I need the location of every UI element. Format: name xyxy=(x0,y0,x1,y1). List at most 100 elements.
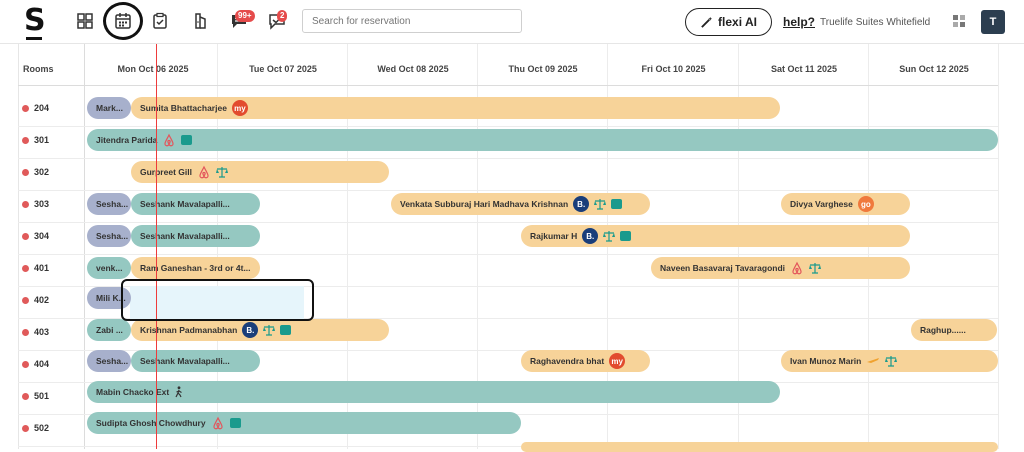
booking-bar[interactable]: Naveen Basavaraj Tavaragondi xyxy=(651,257,910,279)
room-label-403[interactable]: 403 xyxy=(22,325,49,339)
booking-bar[interactable]: Ivan Munoz Marin xyxy=(781,350,998,372)
room-number: 501 xyxy=(34,391,50,401)
date-header-row: Rooms Mon Oct 06 2025 Tue Oct 07 2025 We… xyxy=(18,52,998,86)
room-label-204[interactable]: 204 xyxy=(22,101,49,115)
booking-bar-partial[interactable] xyxy=(521,442,998,452)
room-label-502[interactable]: 502 xyxy=(22,421,49,435)
scale-icon xyxy=(263,324,276,336)
dashboard-icon[interactable] xyxy=(72,8,98,34)
guest-name: Naveen Basavaraj Tavaragondi xyxy=(660,263,786,273)
top-bar: S 99+ 2 flexi AI help? Truelife Suites W… xyxy=(0,0,1024,44)
scale-icon xyxy=(885,355,898,367)
room-label-401[interactable]: 401 xyxy=(22,261,49,275)
scale-icon xyxy=(603,230,616,242)
guest-name: Gurpreet Gill xyxy=(140,167,192,177)
status-dot xyxy=(22,168,29,176)
flexi-ai-button[interactable]: flexi AI xyxy=(685,8,772,36)
status-dot xyxy=(22,104,29,112)
booking-bar[interactable]: Ram Ganeshan - 3rd or 4t... xyxy=(131,257,260,279)
rooms-column-header: Rooms xyxy=(23,64,54,74)
booking-bar[interactable]: Mark... xyxy=(87,97,131,119)
guest-name: Mabin Chacko Ext xyxy=(96,387,170,397)
user-avatar[interactable]: T xyxy=(981,10,1005,34)
room-label-304[interactable]: 304 xyxy=(22,229,49,243)
guest-name: Sesha... xyxy=(96,356,129,366)
room-label-303[interactable]: 303 xyxy=(22,197,49,211)
housekeeping-icon[interactable] xyxy=(187,8,213,34)
app-logo[interactable]: S xyxy=(24,6,46,36)
booking-bar[interactable]: Rajkumar H B. xyxy=(521,225,910,247)
app-grid-icon[interactable] xyxy=(952,14,966,33)
guest-name: Raghavendra bhat xyxy=(530,356,605,366)
airbnb-icon xyxy=(211,416,225,430)
booking-bar[interactable]: Mabin Chacko Ext xyxy=(87,381,780,403)
status-dot xyxy=(22,328,29,336)
booking-bar[interactable]: Sudipta Ghosh Chowdhury xyxy=(87,412,521,434)
booking-bar[interactable]: Sumita Bhattacharjee my xyxy=(131,97,780,119)
room-label-402[interactable]: 402 xyxy=(22,293,49,307)
room-label-404[interactable]: 404 xyxy=(22,357,49,371)
guest-name: Rajkumar H xyxy=(530,231,578,241)
room-number: 402 xyxy=(34,295,50,305)
walk-in-icon xyxy=(174,386,184,398)
room-label-301[interactable]: 301 xyxy=(22,133,49,147)
message-icon xyxy=(280,325,292,335)
day-header-mon[interactable]: Mon Oct 06 2025 xyxy=(88,64,218,74)
day-header-fri[interactable]: Fri Oct 10 2025 xyxy=(608,64,739,74)
airbnb-icon xyxy=(162,133,176,147)
booking-bar[interactable]: Raghup...... xyxy=(911,319,997,341)
guest-name: Divya Varghese xyxy=(790,199,853,209)
guest-name: Sesha... xyxy=(96,231,129,241)
airbnb-icon xyxy=(197,165,211,179)
status-dot xyxy=(22,296,29,304)
room-label-501[interactable]: 501 xyxy=(22,389,49,403)
day-header-wed[interactable]: Wed Oct 08 2025 xyxy=(348,64,478,74)
day-header-thu[interactable]: Thu Oct 09 2025 xyxy=(478,64,608,74)
day-header-sun[interactable]: Sun Oct 12 2025 xyxy=(869,64,999,74)
booking-bar[interactable]: Sesha... xyxy=(87,225,131,247)
help-link[interactable]: help? xyxy=(783,15,815,29)
guest-name: Mark... xyxy=(96,103,123,113)
booking-bar[interactable]: Raghavendra bhat my xyxy=(521,350,650,372)
booking-com-icon: B. xyxy=(242,322,259,338)
message-icon xyxy=(620,231,632,241)
status-dot xyxy=(22,264,29,272)
guest-name: Ivan Munoz Marin xyxy=(790,356,862,366)
message-icon xyxy=(229,418,241,428)
message-icon xyxy=(611,199,623,209)
booking-bar[interactable]: Sesha... xyxy=(87,193,131,215)
booking-bar[interactable]: Jitendra Parida xyxy=(87,129,998,151)
day-header-tue[interactable]: Tue Oct 07 2025 xyxy=(218,64,348,74)
booking-bar[interactable]: Divya Varghese go xyxy=(781,193,910,215)
booking-bar[interactable]: Seshank Mavalapalli... xyxy=(131,225,260,247)
clipboard-check-icon[interactable] xyxy=(147,8,173,34)
day-header-sat[interactable]: Sat Oct 11 2025 xyxy=(739,64,869,74)
booking-com-icon: B. xyxy=(573,196,590,212)
booking-bar[interactable]: Sesha... xyxy=(87,350,131,372)
chat-badge: 99+ xyxy=(235,10,255,22)
guest-name: Krishnan Padmanabhan xyxy=(140,325,238,335)
message-icon xyxy=(181,135,193,145)
booking-bar[interactable]: Zabi ... xyxy=(87,319,131,341)
room-number: 204 xyxy=(34,103,50,113)
booking-bar[interactable]: Venkata Subburaj Hari Madhava Krishnan B… xyxy=(391,193,650,215)
current-time-line xyxy=(156,44,157,449)
booking-bar[interactable]: Seshank Mavalapalli... xyxy=(131,193,260,215)
room-number: 304 xyxy=(34,231,50,241)
status-dot xyxy=(22,136,29,144)
guest-name: Raghup...... xyxy=(920,325,966,335)
status-dot xyxy=(22,392,29,400)
property-name: Truelife Suites Whitefield xyxy=(820,17,931,28)
booking-bar[interactable]: Krishnan Padmanabhan B. xyxy=(131,319,389,341)
guest-name: Seshank Mavalapalli... xyxy=(140,199,230,209)
booking-bar[interactable]: venk... xyxy=(87,257,131,279)
guest-name: Seshank Mavalapalli... xyxy=(140,231,230,241)
guest-name: Seshank Mavalapalli... xyxy=(140,356,230,366)
booking-bar[interactable]: Gurpreet Gill xyxy=(131,161,389,183)
calendar-icon[interactable] xyxy=(110,8,136,34)
search-input[interactable] xyxy=(302,9,522,33)
scale-icon xyxy=(809,262,822,274)
room-label-302[interactable]: 302 xyxy=(22,165,49,179)
booking-bar[interactable]: Seshank Mavalapalli... xyxy=(131,350,260,372)
room-number: 303 xyxy=(34,199,50,209)
